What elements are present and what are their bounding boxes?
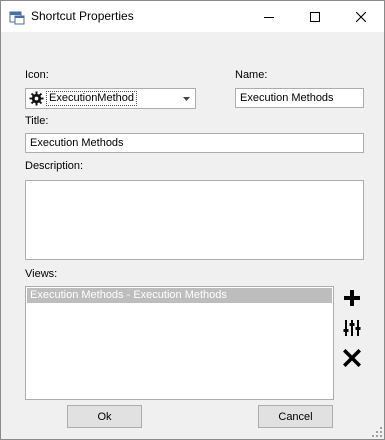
description-field[interactable] [25,180,364,260]
window-title: Shortcut Properties [31,9,134,23]
window-app-icon [9,11,25,25]
sliders-icon [343,320,360,336]
icon-label: Icon: [25,69,49,81]
edit-view-button[interactable] [339,316,364,340]
resize-grip-icon[interactable] [372,427,382,437]
x-icon [342,349,361,367]
cancel-button[interactable]: Cancel [258,405,333,428]
maximize-icon [310,11,320,22]
list-item[interactable]: Execution Methods - Execution Methods [27,288,332,303]
remove-view-button[interactable] [339,346,364,370]
close-icon [356,11,366,22]
maximize-button[interactable] [292,1,338,32]
add-view-button[interactable] [339,286,364,310]
dialog-body: Icon: Name: ExecutionMethod Execution Me… [1,32,384,439]
title-field[interactable]: Execution Methods [25,133,364,153]
views-listbox[interactable]: Execution Methods - Execution Methods [25,286,334,400]
close-button[interactable] [338,1,384,32]
ok-button[interactable]: Ok [67,405,142,428]
minimize-button[interactable] [246,1,292,32]
name-field[interactable]: Execution Methods [235,88,364,108]
title-bar[interactable]: Shortcut Properties [1,1,384,32]
shortcut-properties-dialog: Shortcut Properties Icon: Name: Executio… [0,0,385,440]
minimize-icon [264,16,274,18]
icon-combobox[interactable]: ExecutionMethod [25,88,196,109]
views-label: Views: [25,268,58,280]
description-label: Description: [25,160,84,172]
name-label: Name: [235,69,268,81]
plus-icon [343,290,360,306]
title-label: Title: [25,115,49,127]
chevron-down-icon [183,96,190,101]
gear-icon [29,91,44,106]
icon-combobox-value: ExecutionMethod [46,91,137,106]
combobox-dropdown-button[interactable] [178,89,195,108]
